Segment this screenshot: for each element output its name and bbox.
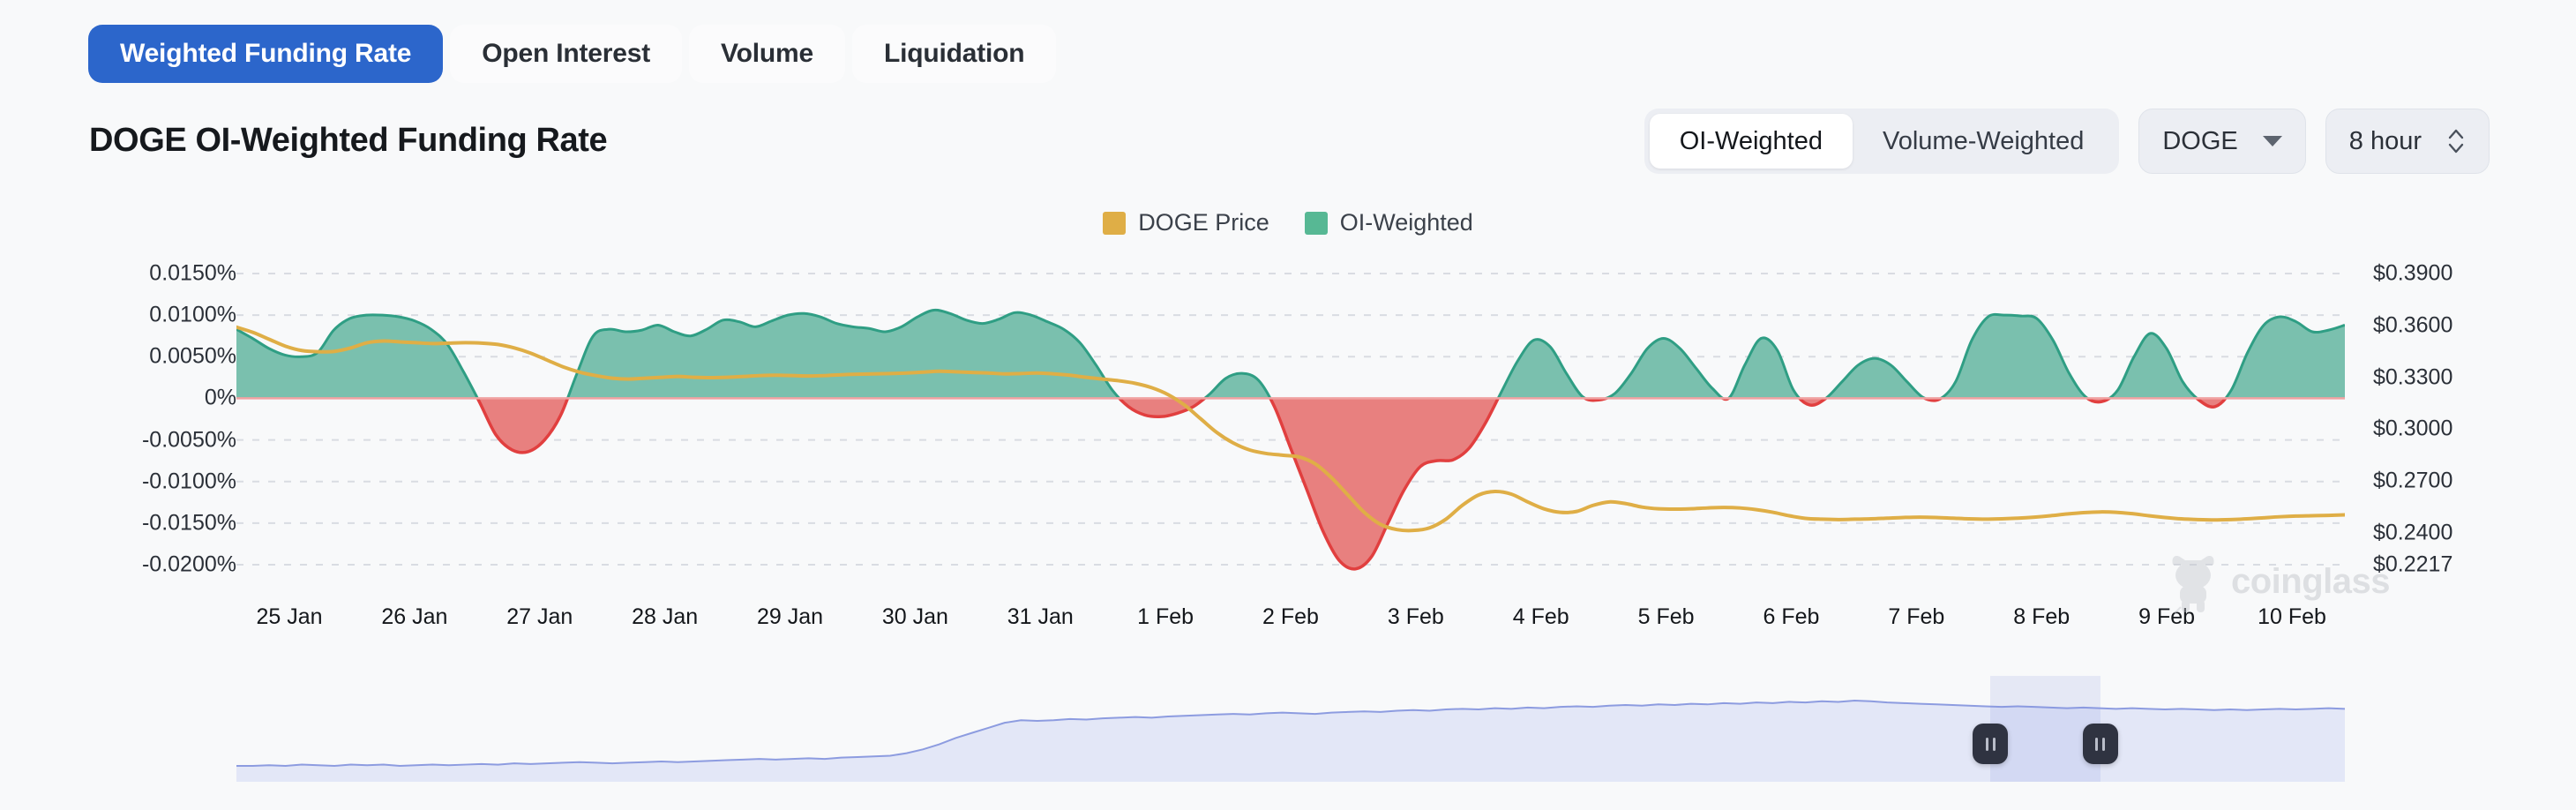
segment-volume-weighted[interactable]: Volume-Weighted xyxy=(1853,114,2114,169)
x-axis-tick: 3 Feb xyxy=(1388,604,1444,630)
range-navigator[interactable] xyxy=(236,676,2345,782)
funding-rate-plot[interactable] xyxy=(236,251,2345,582)
legend-swatch-oi-weighted xyxy=(1305,212,1328,235)
interval-stepper[interactable]: 8 hour xyxy=(2325,109,2490,174)
x-axis-tick: 10 Feb xyxy=(2258,604,2326,630)
y-axis-right-tick: $0.2400 xyxy=(2373,521,2452,546)
chart-controls: OI-Weighted Volume-Weighted DOGE 8 hour xyxy=(1644,109,2490,174)
x-axis-tick: 4 Feb xyxy=(1513,604,1569,630)
x-axis-tick: 26 Jan xyxy=(381,604,447,630)
brush-handle-right[interactable] xyxy=(2083,724,2118,764)
x-axis-tick: 8 Feb xyxy=(2013,604,2070,630)
stepper-up-down-icon xyxy=(2446,126,2466,156)
interval-value: 8 hour xyxy=(2349,127,2422,156)
legend-label-doge-price: DOGE Price xyxy=(1138,209,1269,236)
y-axis-left-tick: -0.0100% xyxy=(142,469,236,494)
symbol-dropdown[interactable]: DOGE xyxy=(2138,109,2305,174)
y-axis-right-tick: $0.3300 xyxy=(2373,364,2452,390)
y-axis-right-tick: $0.3600 xyxy=(2373,312,2452,338)
tab-liquidation[interactable]: Liquidation xyxy=(852,25,1056,83)
x-axis-tick: 9 Feb xyxy=(2138,604,2195,630)
y-axis-left-tick: -0.0050% xyxy=(142,427,236,453)
legend-label-oi-weighted: OI-Weighted xyxy=(1340,209,1473,236)
x-axis-tick: 5 Feb xyxy=(1638,604,1695,630)
y-axis-right-tick: $0.2700 xyxy=(2373,469,2452,494)
x-axis-tick: 29 Jan xyxy=(757,604,823,630)
y-axis-right-tick: $0.3900 xyxy=(2373,261,2452,287)
main-tab-bar: Weighted Funding Rate Open Interest Volu… xyxy=(88,25,1056,83)
y-axis-left-tick: 0.0100% xyxy=(149,303,236,328)
y-axis-left-tick: 0% xyxy=(205,386,236,411)
funding-rate-dashboard: Weighted Funding Rate Open Interest Volu… xyxy=(0,0,2576,810)
y-axis-right-tick: $0.3000 xyxy=(2373,416,2452,442)
legend-item-doge-price[interactable]: DOGE Price xyxy=(1103,209,1269,236)
y-axis-left-tick: 0.0150% xyxy=(149,261,236,287)
page-title: DOGE OI-Weighted Funding Rate xyxy=(89,122,607,160)
x-axis-tick: 1 Feb xyxy=(1137,604,1194,630)
x-axis-tick: 2 Feb xyxy=(1262,604,1319,630)
y-axis-left-tick: -0.0150% xyxy=(142,510,236,536)
tab-volume[interactable]: Volume xyxy=(689,25,845,83)
x-axis-tick: 25 Jan xyxy=(256,604,322,630)
chart-legend: DOGE Price OI-Weighted xyxy=(0,209,2576,236)
legend-swatch-doge-price xyxy=(1103,212,1126,235)
x-axis-tick: 6 Feb xyxy=(1764,604,1820,630)
y-axis-right-tick: $0.2217 xyxy=(2373,552,2452,578)
y-axis-left-tick: 0.0050% xyxy=(149,344,236,370)
brush-handle-left[interactable] xyxy=(1973,724,2008,764)
tab-weighted-funding-rate[interactable]: Weighted Funding Rate xyxy=(88,25,443,83)
x-axis-tick: 27 Jan xyxy=(506,604,573,630)
symbol-value: DOGE xyxy=(2162,127,2237,156)
legend-item-oi-weighted[interactable]: OI-Weighted xyxy=(1305,209,1473,236)
segment-oi-weighted[interactable]: OI-Weighted xyxy=(1650,114,1853,169)
chart-area: 0.0150% 0.0100% 0.0050% 0% -0.0050% -0.0100% -… xyxy=(0,251,2576,649)
navigator-chart xyxy=(236,676,2345,782)
weighting-segmented-control: OI-Weighted Volume-Weighted xyxy=(1644,109,2120,174)
chevron-down-icon xyxy=(2263,136,2282,146)
x-axis-tick: 31 Jan xyxy=(1007,604,1074,630)
y-axis-left-tick: -0.0200% xyxy=(142,552,236,578)
x-axis-tick: 30 Jan xyxy=(882,604,948,630)
tab-open-interest[interactable]: Open Interest xyxy=(450,25,682,83)
x-axis-tick: 7 Feb xyxy=(1888,604,1944,630)
x-axis-tick: 28 Jan xyxy=(632,604,698,630)
